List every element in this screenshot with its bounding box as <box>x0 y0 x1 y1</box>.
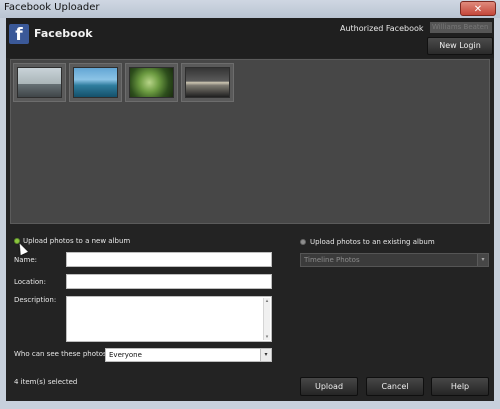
privacy-select[interactable]: Everyone ▾ <box>105 348 272 362</box>
description-label: Description: <box>14 296 57 304</box>
photo-image <box>17 67 62 98</box>
cancel-button[interactable]: Cancel <box>366 377 424 396</box>
authorized-label: Authorized Facebook <box>340 24 424 33</box>
photo-image <box>185 67 230 98</box>
window-frame-bottom <box>0 401 500 409</box>
window-frame-left <box>0 18 6 409</box>
upload-button[interactable]: Upload <box>300 377 358 396</box>
description-scrollbar[interactable]: ▴ ▾ <box>263 298 270 340</box>
photo-image <box>129 67 174 98</box>
description-textarea[interactable]: ▴ ▾ <box>66 296 272 342</box>
photo-thumbnail[interactable] <box>125 63 178 102</box>
scroll-down-icon[interactable]: ▾ <box>264 334 270 340</box>
existing-album-radio[interactable] <box>300 239 306 245</box>
album-name-input[interactable] <box>66 252 272 267</box>
existing-album-select-value: Timeline Photos <box>304 256 360 264</box>
new-login-button[interactable]: New Login <box>427 37 493 55</box>
close-window-button[interactable]: ✕ <box>460 1 496 16</box>
selection-status: 4 item(s) selected <box>14 378 78 386</box>
name-label: Name: <box>14 256 38 264</box>
app-header: f Facebook Authorized Facebook Williams … <box>6 18 494 58</box>
facebook-logo-icon: f <box>9 24 29 45</box>
new-album-radio-label[interactable]: Upload photos to a new album <box>23 237 130 245</box>
scroll-up-icon[interactable]: ▴ <box>264 298 270 304</box>
window-title: Facebook Uploader <box>4 2 100 13</box>
window-titlebar: Facebook Uploader ✕ <box>0 0 500 19</box>
app-name: Facebook <box>34 27 93 40</box>
chevron-down-icon[interactable]: ▾ <box>260 349 271 361</box>
privacy-label: Who can see these photos? <box>14 350 111 358</box>
chevron-down-icon[interactable]: ▾ <box>477 254 488 266</box>
photo-thumbnail[interactable] <box>69 63 122 102</box>
help-button[interactable]: Help <box>431 377 489 396</box>
existing-album-radio-label[interactable]: Upload photos to an existing album <box>310 238 435 246</box>
location-input[interactable] <box>66 274 272 289</box>
photo-thumbnail[interactable] <box>13 63 66 102</box>
existing-album-select[interactable]: Timeline Photos ▾ <box>300 253 489 267</box>
window-frame-right <box>494 18 500 409</box>
photo-panel <box>10 59 490 224</box>
photo-image <box>73 67 118 98</box>
authorized-user-name: Williams Beaten <box>430 22 492 33</box>
privacy-select-value: Everyone <box>109 351 142 359</box>
photo-thumbnail[interactable] <box>181 63 234 102</box>
location-label: Location: <box>14 278 46 286</box>
